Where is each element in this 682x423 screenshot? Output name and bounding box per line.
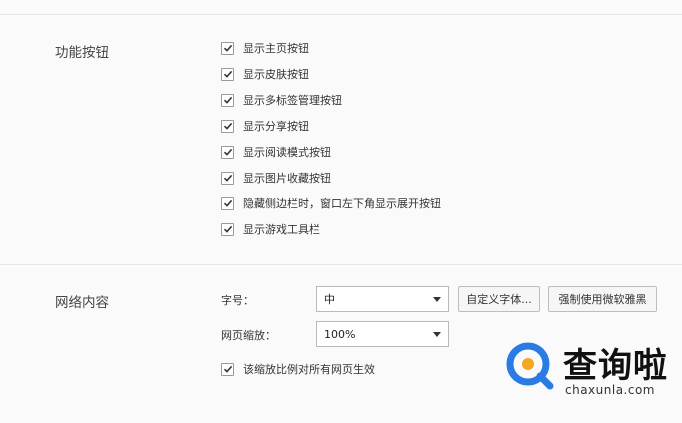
checkmark-icon	[223, 122, 232, 130]
option-show-skin-button[interactable]: 显示皮肤按钮	[221, 66, 309, 82]
option-label: 显示图片收藏按钮	[243, 172, 331, 185]
option-label: 显示多标签管理按钮	[243, 94, 342, 107]
chevron-down-icon	[433, 297, 441, 302]
option-label: 显示游戏工具栏	[243, 223, 320, 236]
option-zoom-apply-all[interactable]: 该缩放比例对所有网页生效	[221, 361, 375, 377]
checkmark-icon	[223, 70, 232, 78]
checkbox[interactable]	[221, 362, 234, 376]
checkbox[interactable]	[221, 67, 234, 81]
section-title-buttons: 功能按钮	[55, 45, 109, 61]
zoom-select[interactable]: 100%	[316, 321, 449, 347]
option-sidebar-expand-button[interactable]: 隐藏侧边栏时，窗口左下角显示展开按钮	[221, 195, 441, 211]
checkmark-icon	[223, 44, 232, 52]
option-label: 显示阅读模式按钮	[243, 146, 331, 159]
font-size-label: 字号：	[221, 294, 254, 307]
checkbox[interactable]	[221, 93, 234, 107]
option-label: 隐藏侧边栏时，窗口左下角显示展开按钮	[243, 197, 441, 210]
font-size-select[interactable]: 中	[316, 286, 449, 312]
checkbox[interactable]	[221, 196, 234, 210]
option-show-reading-mode-button[interactable]: 显示阅读模式按钮	[221, 144, 331, 160]
checkmark-icon	[223, 174, 232, 182]
checkbox[interactable]	[221, 119, 234, 133]
font-size-value: 中	[324, 293, 335, 306]
checkmark-icon	[223, 148, 232, 156]
checkbox[interactable]	[221, 222, 234, 236]
option-show-share-button[interactable]: 显示分享按钮	[221, 118, 309, 134]
option-label: 显示主页按钮	[243, 42, 309, 55]
checkmark-icon	[223, 365, 232, 373]
zoom-value: 100%	[324, 327, 356, 341]
checkbox[interactable]	[221, 171, 234, 185]
option-label: 显示皮肤按钮	[243, 68, 309, 81]
watermark-url: chaxunla.com	[565, 383, 655, 397]
checkmark-icon	[223, 225, 232, 233]
section-divider	[0, 264, 682, 265]
option-show-tab-manager-button[interactable]: 显示多标签管理按钮	[221, 92, 342, 108]
option-label: 该缩放比例对所有网页生效	[243, 363, 375, 376]
search-logo-icon	[506, 342, 554, 390]
option-show-home-button[interactable]: 显示主页按钮	[221, 40, 309, 56]
top-divider	[0, 14, 682, 15]
option-show-game-toolbar[interactable]: 显示游戏工具栏	[221, 221, 320, 237]
custom-font-button[interactable]: 自定义字体...	[458, 286, 540, 312]
section-title-web-content: 网络内容	[55, 295, 109, 311]
chevron-down-icon	[433, 332, 441, 337]
zoom-label: 网页缩放：	[221, 329, 276, 342]
checkbox[interactable]	[221, 41, 234, 55]
checkmark-icon	[223, 96, 232, 104]
force-yahei-button[interactable]: 强制使用微软雅黑	[548, 286, 657, 312]
option-show-image-collect-button[interactable]: 显示图片收藏按钮	[221, 170, 331, 186]
checkmark-icon	[223, 199, 232, 207]
checkbox[interactable]	[221, 145, 234, 159]
option-label: 显示分享按钮	[243, 120, 309, 133]
watermark-title: 查询啦	[563, 346, 668, 386]
watermark: 查询啦 chaxunla.com	[503, 335, 673, 405]
